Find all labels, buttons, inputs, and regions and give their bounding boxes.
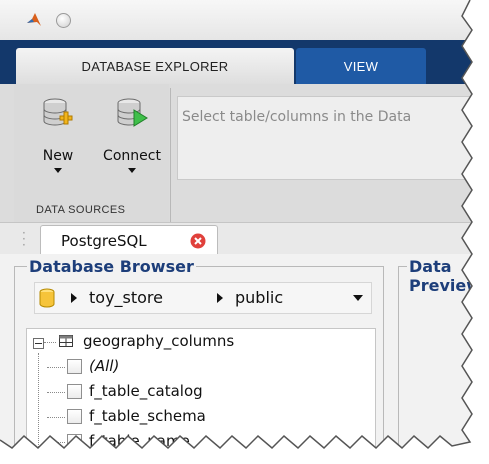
title-bar xyxy=(0,0,489,40)
connect-label: Connect xyxy=(103,148,161,164)
section-label: DATA SOURCES xyxy=(36,204,126,216)
ribbon-tab-strip: DATABASE EXPLORER VIEW xyxy=(0,40,489,84)
breadcrumb-schema[interactable]: public xyxy=(235,288,283,307)
tree-connector xyxy=(47,417,65,418)
new-database-icon xyxy=(43,98,73,126)
data-preview-title: Data Preview xyxy=(407,257,489,295)
breadcrumb-arrow-icon xyxy=(71,293,77,303)
info-panel: Select table/columns in the Data xyxy=(177,96,489,180)
toolstrip-divider xyxy=(170,88,171,222)
column-label: (All) xyxy=(89,357,120,375)
column-label: f_table_catalog xyxy=(89,382,203,400)
column-label: f_table_schema xyxy=(89,407,206,425)
tree-node-column[interactable]: f_table_catalog xyxy=(27,380,367,402)
collapse-icon[interactable] xyxy=(33,338,44,349)
tab-postgresql[interactable]: PostgreSQL xyxy=(40,225,218,256)
data-preview-panel: Data Preview xyxy=(398,257,489,464)
info-text: Select table/columns in the Data xyxy=(182,109,412,125)
chevron-down-icon[interactable] xyxy=(353,295,363,301)
table-tree: geography_columns (All) f_table_catalog … xyxy=(26,328,376,464)
connect-database-icon xyxy=(117,98,148,127)
tree-connector xyxy=(47,442,65,443)
tree-connector xyxy=(44,342,56,343)
database-icon xyxy=(39,288,55,308)
new-button[interactable]: New xyxy=(28,96,88,196)
tab-postgresql-label: PostgreSQL xyxy=(61,232,147,250)
connect-dropdown-arrow-icon[interactable] xyxy=(128,168,136,173)
database-browser-title: Database Browser xyxy=(27,257,196,276)
column-checkbox[interactable] xyxy=(67,384,82,399)
matlab-logo-icon xyxy=(27,13,41,26)
catalog-schema-selector[interactable]: toy_store public xyxy=(34,282,372,314)
drag-grip-icon[interactable]: · · · xyxy=(22,227,26,251)
tab-view[interactable]: VIEW xyxy=(296,48,426,84)
app-window: DATABASE EXPLORER VIEW New Connect DATA … xyxy=(0,0,489,464)
tree-connector xyxy=(47,367,65,368)
column-label: f_table_name xyxy=(89,432,190,450)
tab-database-explorer[interactable]: DATABASE EXPLORER xyxy=(16,48,294,84)
table-name: geography_columns xyxy=(83,332,235,350)
tree-node-table[interactable]: geography_columns xyxy=(27,329,367,351)
breadcrumb-catalog[interactable]: toy_store xyxy=(89,288,163,307)
column-checkbox[interactable] xyxy=(67,434,82,449)
minimize-button[interactable] xyxy=(56,13,71,28)
toolstrip: New Connect DATA SOURCES Select table/co… xyxy=(0,84,489,222)
tree-node-column[interactable]: f_table_name xyxy=(27,430,367,452)
data-sources-section: New Connect DATA SOURCES xyxy=(14,84,169,222)
connect-button[interactable]: Connect xyxy=(102,96,162,196)
new-dropdown-arrow-icon[interactable] xyxy=(54,168,62,173)
document-tab-bar: · · · PostgreSQL xyxy=(0,222,489,256)
column-checkbox[interactable] xyxy=(67,409,82,424)
tree-node-column[interactable]: (All) xyxy=(27,355,367,377)
tree-node-column[interactable]: f_table_schema xyxy=(27,405,367,427)
close-tab-icon[interactable] xyxy=(190,233,206,249)
breadcrumb-arrow-icon xyxy=(217,293,223,303)
column-checkbox[interactable] xyxy=(67,359,82,374)
panels-area: Database Browser Data Preview toy_store … xyxy=(0,254,489,464)
table-icon xyxy=(59,335,73,347)
tree-connector xyxy=(47,392,65,393)
new-label: New xyxy=(42,148,74,164)
